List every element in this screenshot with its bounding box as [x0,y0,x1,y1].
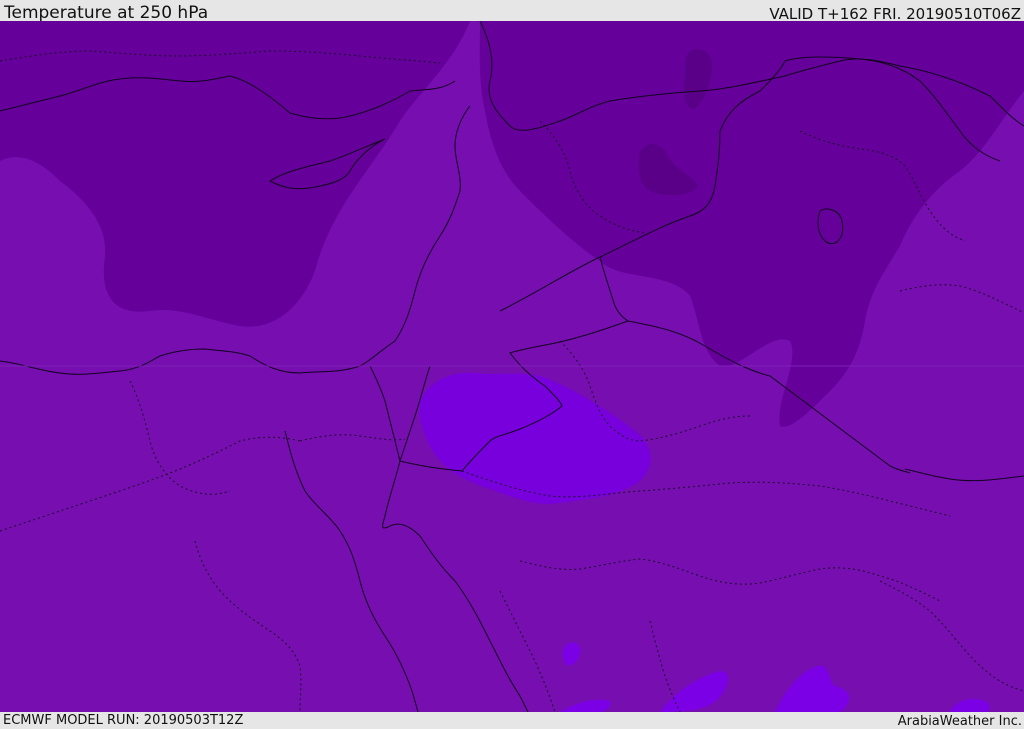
footer-bar: ECMWF MODEL RUN: 20190503T12Z ArabiaWeat… [0,712,1024,729]
temperature-map[interactable] [0,21,1024,712]
model-run: ECMWF MODEL RUN: 20190503T12Z [3,713,244,728]
header-bar: Temperature at 250 hPa VALID T+162 FRI. … [0,0,1024,23]
map-title: Temperature at 250 hPa [4,3,209,23]
credit: ArabiaWeather Inc. [897,714,1022,729]
